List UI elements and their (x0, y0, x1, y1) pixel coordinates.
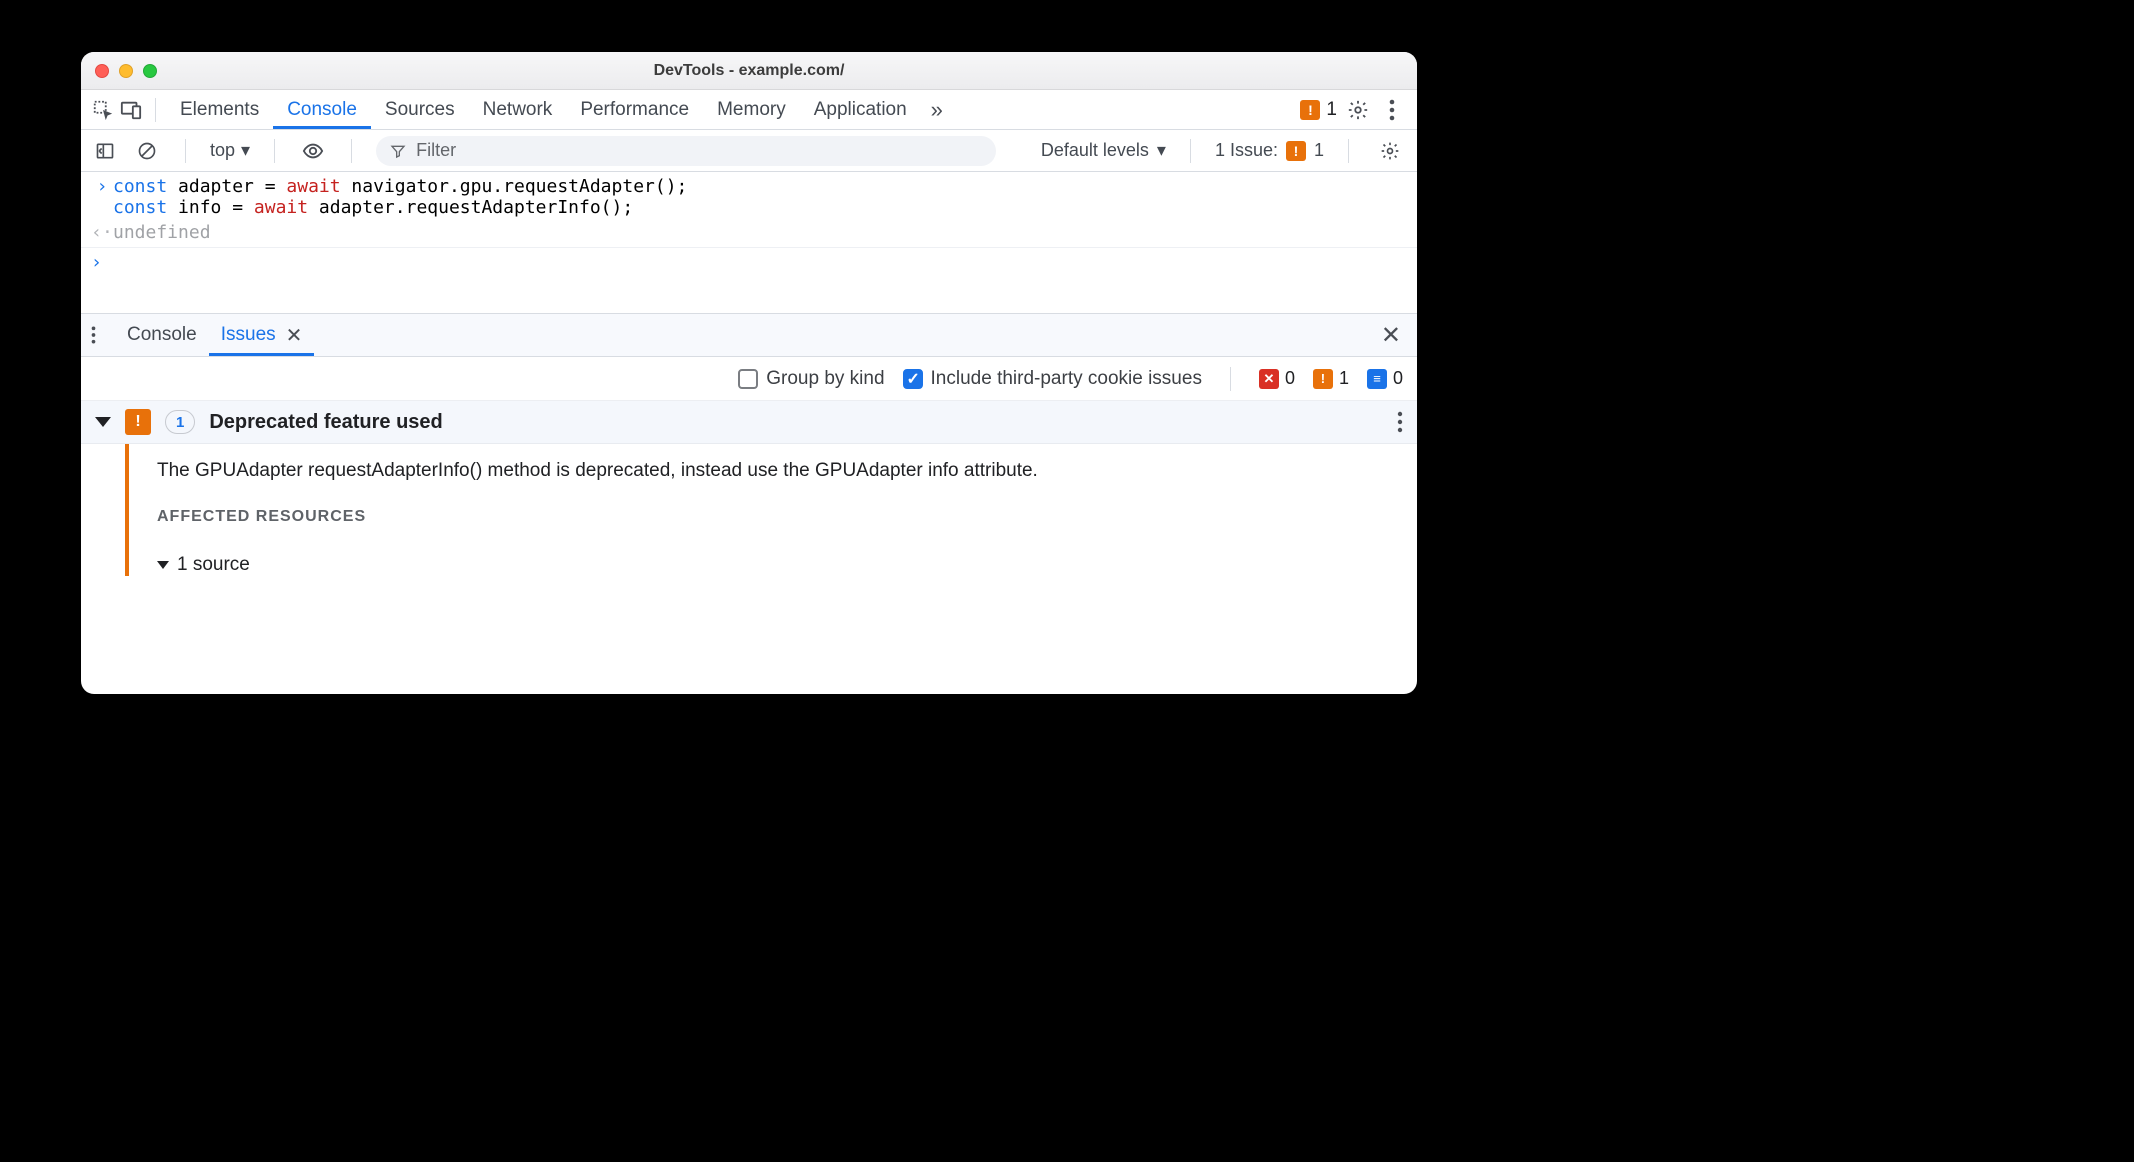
issues-link-count: 1 (1314, 140, 1324, 161)
divider (1190, 139, 1191, 163)
filter-input[interactable]: Filter (376, 136, 996, 166)
settings-icon[interactable] (1341, 99, 1375, 121)
close-tab-icon[interactable]: ✕ (286, 323, 303, 348)
filter-icon (390, 143, 406, 159)
group-by-kind-checkbox[interactable]: Group by kind (738, 368, 884, 390)
warning-count[interactable]: !1 (1313, 368, 1349, 389)
tab-memory[interactable]: Memory (703, 90, 800, 129)
chevron-down-icon: ▾ (241, 140, 250, 161)
tab-console[interactable]: Console (273, 90, 371, 129)
tab-sources[interactable]: Sources (371, 90, 469, 129)
checkbox-checked-icon (903, 369, 923, 389)
divider (1348, 139, 1349, 163)
console-code: const adapter = await navigator.gpu.requ… (113, 176, 687, 218)
levels-label: Default levels (1041, 140, 1149, 161)
live-expression-icon[interactable] (299, 137, 327, 165)
log-levels-selector[interactable]: Default levels ▾ (1041, 140, 1166, 161)
warning-badge-icon: ! (1313, 369, 1333, 389)
checkbox-icon (738, 369, 758, 389)
context-selector[interactable]: top ▾ (210, 140, 250, 161)
divider (351, 139, 352, 163)
drawer-tab-issues-label: Issues (221, 324, 276, 346)
expand-triangle-icon (95, 417, 111, 427)
issue-message: The GPUAdapter requestAdapterInfo() meth… (157, 460, 1397, 482)
include-third-party-checkbox[interactable]: Include third-party cookie issues (903, 368, 1202, 390)
group-by-kind-label: Group by kind (766, 368, 884, 390)
include-third-party-label: Include third-party cookie issues (931, 368, 1202, 390)
divider (1230, 367, 1231, 391)
info-count[interactable]: ≡0 (1367, 368, 1403, 389)
warning-badge-icon: ! (125, 409, 151, 435)
console-output-row: ‹· undefined (81, 218, 1417, 248)
issue-menu-icon[interactable] (1397, 411, 1403, 433)
tab-application[interactable]: Application (800, 90, 921, 129)
error-badge-icon: ✕ (1259, 369, 1279, 389)
devtools-window: DevTools - example.com/ Elements Console… (81, 52, 1417, 694)
console-log-area[interactable]: › const adapter = await navigator.gpu.re… (81, 172, 1417, 313)
chevron-down-icon: ▾ (1157, 140, 1166, 161)
issues-link[interactable]: 1 Issue: ! 1 (1215, 140, 1324, 161)
tab-performance[interactable]: Performance (566, 90, 703, 129)
input-marker-icon: › (91, 176, 113, 218)
console-input-row: › const adapter = await navigator.gpu.re… (81, 172, 1417, 218)
filter-placeholder: Filter (416, 140, 456, 161)
device-toolbar-icon[interactable] (117, 96, 145, 124)
issues-link-label: 1 Issue: (1215, 140, 1278, 161)
tab-network[interactable]: Network (469, 90, 567, 129)
console-settings-icon[interactable] (1373, 141, 1407, 161)
close-drawer-icon[interactable]: ✕ (1381, 321, 1407, 350)
context-label: top (210, 140, 235, 161)
output-marker-icon: ‹· (91, 222, 113, 243)
issue-header[interactable]: ! 1 Deprecated feature used (81, 401, 1417, 444)
issue-source-label: 1 source (177, 554, 250, 576)
divider (155, 98, 156, 122)
warning-badge-icon[interactable]: ! (1300, 100, 1320, 120)
info-badge-icon: ≡ (1367, 369, 1387, 389)
divider (185, 139, 186, 163)
expand-triangle-icon (157, 561, 169, 569)
titlebar: DevTools - example.com/ (81, 52, 1417, 90)
affected-resources-label: AFFECTED RESOURCES (157, 508, 1397, 526)
error-count[interactable]: ✕0 (1259, 368, 1295, 389)
console-toolbar: top ▾ Filter Default levels ▾ 1 Issue: !… (81, 130, 1417, 172)
tab-elements[interactable]: Elements (166, 90, 273, 129)
inspect-element-icon[interactable] (89, 96, 117, 124)
clear-console-icon[interactable] (133, 137, 161, 165)
drawer-tab-issues[interactable]: Issues ✕ (209, 314, 315, 356)
issue-source-toggle[interactable]: 1 source (157, 554, 1397, 576)
drawer-tab-console[interactable]: Console (115, 314, 209, 356)
issue-body: The GPUAdapter requestAdapterInfo() meth… (81, 444, 1417, 576)
issues-toolbar: Group by kind Include third-party cookie… (81, 357, 1417, 401)
divider (274, 139, 275, 163)
issue-count-pill: 1 (165, 410, 195, 434)
console-prompt-icon[interactable]: › (81, 248, 1417, 283)
warning-badge-icon: ! (1286, 141, 1306, 161)
console-result: undefined (113, 222, 211, 243)
drawer-menu-icon[interactable] (91, 325, 115, 345)
toggle-sidebar-icon[interactable] (91, 137, 119, 165)
warning-badge-count: 1 (1326, 99, 1337, 121)
main-tabstrip: Elements Console Sources Network Perform… (81, 90, 1417, 130)
issue-title: Deprecated feature used (209, 411, 442, 434)
more-options-icon[interactable] (1375, 99, 1409, 121)
more-tabs-icon[interactable]: » (931, 97, 939, 123)
window-title: DevTools - example.com/ (81, 62, 1417, 80)
drawer-tabstrip: Console Issues ✕ ✕ (81, 313, 1417, 357)
